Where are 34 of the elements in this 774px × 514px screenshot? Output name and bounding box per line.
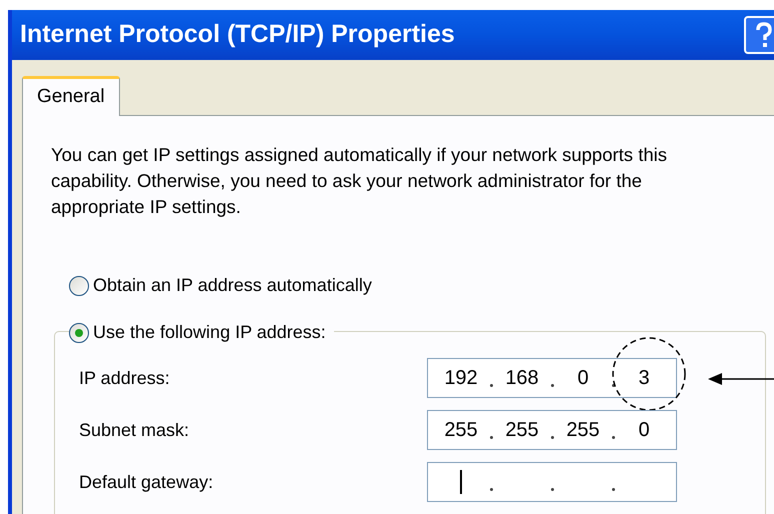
octet-value: 0 [638,418,650,443]
radio-button[interactable] [69,276,89,296]
option-label: Use the following IP address: [93,321,326,344]
octet-value: 255 [566,418,600,443]
window-title: Internet Protocol (TCP/IP) Properties [20,19,456,50]
separator-dot-icon [551,436,554,439]
octet-value: 255 [444,418,478,443]
description-text: You can get IP settings assigned automatically if your network supports this capability. Otherwise, you need to ask your network administrator for the appropriate IP settings. [51,143,668,219]
field-label: Subnet mask: [79,418,190,442]
ip-address-field[interactable]: 192 168 0 3 [427,358,677,398]
octet-value: 168 [505,366,539,391]
separator-dot-icon [490,436,493,439]
separator-dot-icon [490,384,493,387]
ip-address-field[interactable] [427,462,677,502]
separator-dot-icon [490,488,493,491]
separator-dot-icon [612,488,615,491]
field-label: IP address: [79,366,171,390]
question-mark-icon [755,22,773,48]
octet-value: 0 [577,366,589,391]
radio-button[interactable] [69,322,89,342]
octet-value: 192 [444,366,478,391]
separator-dot-icon [551,488,554,491]
octet-value: 3 [638,366,650,391]
octet-value: 255 [505,418,539,443]
tab[interactable]: General [22,76,120,116]
option-label: Obtain an IP address automatically [93,274,372,297]
ip-address-field[interactable]: 255 255 255 0 [427,410,677,450]
separator-dot-icon [612,384,615,387]
separator-dot-icon [551,384,554,387]
help-button[interactable] [744,16,774,54]
field-label: Default gateway: [79,470,214,494]
pointer-arrow [708,372,774,386]
separator-dot-icon [612,436,615,439]
text-cursor [460,470,462,494]
